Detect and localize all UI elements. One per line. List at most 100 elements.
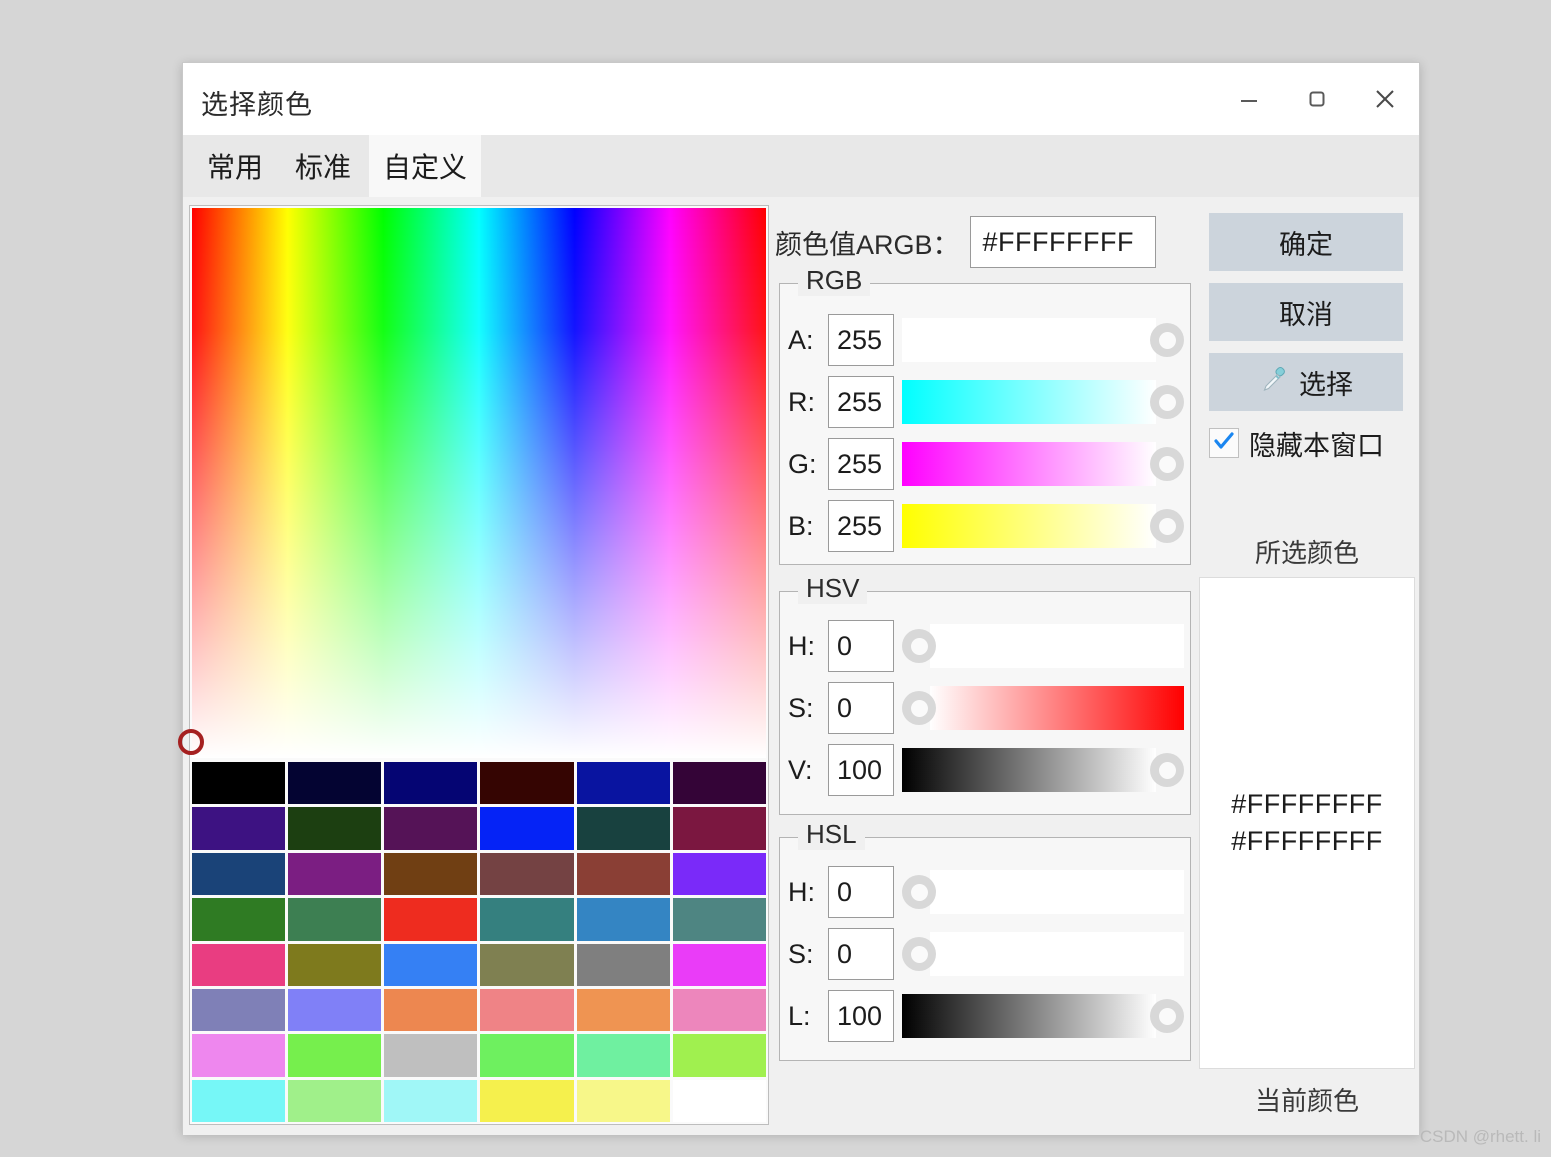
channel-input[interactable]: 100 bbox=[828, 744, 894, 796]
channel-slider-thumb[interactable] bbox=[902, 937, 936, 971]
palette-swatch[interactable] bbox=[288, 988, 382, 1032]
palette-swatch[interactable] bbox=[192, 988, 286, 1032]
palette-swatch[interactable] bbox=[480, 1079, 574, 1122]
palette-swatch[interactable] bbox=[672, 898, 766, 941]
palette-swatch[interactable] bbox=[672, 807, 766, 850]
palette-swatch[interactable] bbox=[384, 1034, 478, 1077]
minimize-button[interactable] bbox=[1215, 63, 1283, 135]
palette-swatch[interactable] bbox=[192, 852, 286, 896]
ok-button[interactable]: 确定 bbox=[1209, 213, 1403, 271]
tab-standard[interactable]: 标准 bbox=[281, 135, 365, 197]
channel-slider-thumb[interactable] bbox=[902, 629, 936, 663]
channel-slider[interactable] bbox=[902, 870, 1184, 914]
palette-swatch[interactable] bbox=[672, 1034, 766, 1077]
channel-slider-thumb[interactable] bbox=[1150, 509, 1184, 543]
cancel-button[interactable]: 取消 bbox=[1209, 283, 1403, 341]
color-spectrum[interactable] bbox=[178, 208, 766, 758]
palette-swatch[interactable] bbox=[192, 762, 286, 805]
argb-input[interactable]: #FFFFFFFF bbox=[969, 216, 1156, 268]
channel-slider[interactable] bbox=[902, 318, 1184, 362]
hide-window-checkbox[interactable] bbox=[1209, 428, 1239, 458]
palette-swatch[interactable] bbox=[288, 943, 382, 986]
palette-swatch[interactable] bbox=[480, 762, 574, 805]
tab-custom[interactable]: 自定义 bbox=[369, 135, 482, 197]
channel-input[interactable]: 0 bbox=[828, 682, 894, 734]
palette-swatch[interactable] bbox=[672, 762, 766, 805]
palette-swatch[interactable] bbox=[576, 943, 670, 986]
palette-swatch[interactable] bbox=[384, 898, 478, 941]
channel-slider-thumb[interactable] bbox=[902, 875, 936, 909]
channel-input[interactable]: 255 bbox=[828, 438, 894, 490]
color-palette-grid[interactable] bbox=[192, 762, 766, 1122]
channel-slider-thumb[interactable] bbox=[1150, 447, 1184, 481]
palette-swatch[interactable] bbox=[672, 1079, 766, 1122]
palette-swatch[interactable] bbox=[384, 852, 478, 896]
channel-slider[interactable] bbox=[902, 932, 1184, 976]
palette-swatch[interactable] bbox=[576, 898, 670, 941]
minimize-icon bbox=[1236, 86, 1262, 112]
channel-input[interactable]: 100 bbox=[828, 990, 894, 1042]
hide-window-checkbox-row[interactable]: 隐藏本窗口 bbox=[1209, 423, 1409, 463]
checkmark-icon bbox=[1212, 429, 1236, 458]
channel-slider[interactable] bbox=[902, 624, 1184, 668]
channel-slider-thumb[interactable] bbox=[1150, 385, 1184, 419]
tab-common[interactable]: 常用 bbox=[193, 135, 277, 197]
channel-slider-thumb[interactable] bbox=[1150, 753, 1184, 787]
hide-window-label: 隐藏本窗口 bbox=[1249, 430, 1384, 461]
channel-input[interactable]: 0 bbox=[828, 620, 894, 672]
color-selection-panel bbox=[178, 205, 769, 1125]
palette-swatch[interactable] bbox=[288, 898, 382, 941]
close-button[interactable] bbox=[1351, 63, 1419, 135]
channel-slider[interactable] bbox=[902, 380, 1184, 424]
channel-input[interactable]: 255 bbox=[828, 314, 894, 366]
palette-swatch[interactable] bbox=[576, 1034, 670, 1077]
channel-slider[interactable] bbox=[902, 442, 1184, 486]
palette-swatch[interactable] bbox=[288, 1079, 382, 1122]
channel-slider-thumb[interactable] bbox=[902, 691, 936, 725]
palette-swatch[interactable] bbox=[672, 943, 766, 986]
palette-swatch[interactable] bbox=[576, 1079, 670, 1122]
pick-color-button[interactable]: 选择 bbox=[1209, 353, 1403, 411]
palette-swatch[interactable] bbox=[576, 852, 670, 896]
palette-swatch[interactable] bbox=[192, 1034, 286, 1077]
palette-swatch[interactable] bbox=[576, 807, 670, 850]
palette-swatch[interactable] bbox=[384, 988, 478, 1032]
palette-swatch[interactable] bbox=[480, 943, 574, 986]
channel-slider-thumb[interactable] bbox=[1150, 323, 1184, 357]
title-bar: 选择颜色 bbox=[183, 63, 1419, 135]
channel-input[interactable]: 255 bbox=[828, 500, 894, 552]
channel-slider[interactable] bbox=[902, 686, 1184, 730]
palette-swatch[interactable] bbox=[672, 852, 766, 896]
palette-swatch[interactable] bbox=[288, 762, 382, 805]
channel-slider[interactable] bbox=[902, 748, 1184, 792]
palette-swatch[interactable] bbox=[384, 762, 478, 805]
palette-swatch[interactable] bbox=[672, 988, 766, 1032]
palette-swatch[interactable] bbox=[480, 1034, 574, 1077]
window-controls bbox=[1215, 63, 1419, 135]
palette-swatch[interactable] bbox=[384, 807, 478, 850]
palette-swatch[interactable] bbox=[192, 807, 286, 850]
palette-swatch[interactable] bbox=[480, 807, 574, 850]
palette-swatch[interactable] bbox=[288, 852, 382, 896]
channel-slider[interactable] bbox=[902, 994, 1184, 1038]
palette-swatch[interactable] bbox=[192, 1079, 286, 1122]
palette-swatch[interactable] bbox=[576, 988, 670, 1032]
palette-swatch[interactable] bbox=[192, 898, 286, 941]
palette-swatch[interactable] bbox=[288, 1034, 382, 1077]
rgb-group-title: RGB bbox=[798, 265, 871, 296]
palette-swatch[interactable] bbox=[384, 943, 478, 986]
channel-input[interactable]: 255 bbox=[828, 376, 894, 428]
palette-swatch[interactable] bbox=[192, 943, 286, 986]
channel-input[interactable]: 0 bbox=[828, 866, 894, 918]
palette-swatch[interactable] bbox=[480, 988, 574, 1032]
palette-swatch[interactable] bbox=[576, 762, 670, 805]
channel-slider-thumb[interactable] bbox=[1150, 999, 1184, 1033]
palette-swatch[interactable] bbox=[288, 807, 382, 850]
spectrum-cursor[interactable] bbox=[178, 729, 204, 755]
palette-swatch[interactable] bbox=[384, 1079, 478, 1122]
palette-swatch[interactable] bbox=[480, 898, 574, 941]
maximize-button[interactable] bbox=[1283, 63, 1351, 135]
channel-slider[interactable] bbox=[902, 504, 1184, 548]
palette-swatch[interactable] bbox=[480, 852, 574, 896]
channel-input[interactable]: 0 bbox=[828, 928, 894, 980]
